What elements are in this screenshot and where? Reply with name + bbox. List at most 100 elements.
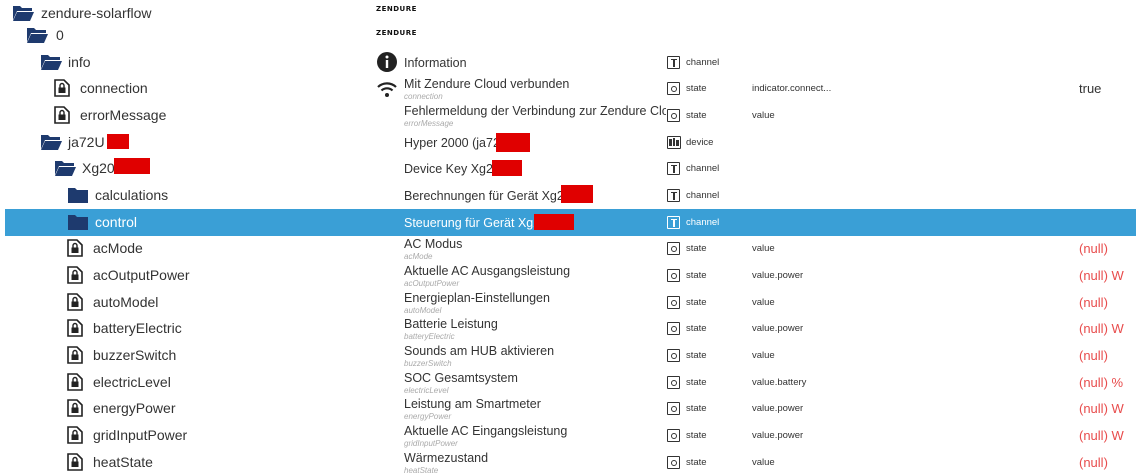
object-role: state [686, 457, 707, 468]
tree-row-autoModel[interactable]: autoModel Energieplan-Einstellungen autoM… [0, 289, 1136, 316]
file-lock-icon [67, 319, 83, 337]
object-name: Information [404, 56, 467, 70]
object-role: channel [686, 217, 720, 228]
folder-icon[interactable] [67, 213, 89, 231]
object-role: channel [686, 190, 720, 201]
object-name: Sounds am HUB aktivieren buzzerSwitch [404, 344, 555, 368]
object-role: state [686, 377, 707, 388]
object-value[interactable]: (null) [1079, 455, 1108, 470]
redaction-mark [496, 133, 530, 152]
tree-row-device-key[interactable]: Xg20 Device Key Xg20 channel [0, 155, 1136, 182]
object-name: Wärmezustand heatState [404, 451, 489, 475]
object-type: value [752, 297, 775, 308]
object-name: Leistung am Smartmeter energyPower [404, 397, 541, 421]
tree-row-heatState[interactable]: heatState Wärmezustand heatState state va… [0, 449, 1136, 476]
state-icon [667, 296, 680, 309]
channel-icon [667, 162, 680, 175]
tree-label: energyPower [93, 400, 176, 416]
folder-open-icon[interactable] [26, 26, 48, 44]
tree-label: electricLevel [93, 374, 171, 390]
tree-label: errorMessage [80, 107, 167, 123]
object-value[interactable]: (null) W [1079, 268, 1124, 283]
object-role: state [686, 403, 707, 414]
tree-label: acOutputPower [93, 267, 190, 283]
object-value[interactable]: true [1079, 81, 1101, 96]
folder-open-icon[interactable] [40, 53, 62, 71]
object-type: indicator.connect... [752, 83, 832, 94]
state-icon [667, 322, 680, 335]
object-value[interactable]: (null) [1079, 241, 1108, 256]
object-type: value [752, 243, 775, 254]
tree-label: buzzerSwitch [93, 347, 177, 363]
object-name: Mit Zendure Cloud verbunden connection [404, 77, 570, 101]
redaction-mark [561, 185, 593, 203]
file-lock-icon [67, 266, 83, 284]
object-role: state [686, 270, 707, 281]
state-icon [667, 456, 680, 469]
tree-row-electricLevel[interactable]: electricLevel SOC Gesamtsystem electricLe… [0, 369, 1136, 396]
state-icon [667, 269, 680, 282]
folder-icon[interactable] [67, 186, 89, 204]
object-type: value.power [752, 270, 804, 281]
tree-row-device[interactable]: ja72U Hyper 2000 (ja72U device [0, 129, 1136, 156]
state-icon [667, 82, 680, 95]
object-value[interactable]: (null) W [1079, 428, 1124, 443]
tree-label: acMode [93, 240, 143, 256]
file-lock-icon [67, 399, 83, 417]
redaction-mark [107, 134, 129, 149]
wifi-icon [377, 82, 397, 97]
tree-row-calculations[interactable]: calculations Berechnungen für Gerät Xg20… [0, 182, 1136, 209]
object-type: value.power [752, 403, 804, 414]
object-type: value [752, 350, 775, 361]
object-type: value.power [752, 323, 804, 334]
object-name: Hyper 2000 (ja72U [404, 136, 509, 150]
tree-row-buzzerSwitch[interactable]: buzzerSwitch Sounds am HUB aktivieren buz… [0, 342, 1136, 369]
file-lock-icon [67, 239, 83, 257]
object-role: state [686, 323, 707, 334]
object-value[interactable]: (null) [1079, 295, 1108, 310]
folder-open-icon[interactable] [40, 133, 62, 151]
state-icon [667, 429, 680, 442]
object-value[interactable]: (null) W [1079, 401, 1124, 416]
tree-row-errorMessage[interactable]: errorMessage Fehlermeldung der Verbindun… [0, 102, 1136, 129]
tree-row-info[interactable]: info Information channel [0, 49, 1136, 76]
tree-row-acOutputPower[interactable]: acOutputPower Aktuelle AC Ausgangsleistu… [0, 262, 1136, 289]
object-role: state [686, 297, 707, 308]
object-value[interactable]: (null) W [1079, 321, 1124, 336]
object-name: Fehlermeldung der Verbindung zur Zendure… [404, 104, 666, 128]
tree-row-gridInputPower[interactable]: gridInputPower Aktuelle AC Eingangsleist… [0, 422, 1136, 449]
tree-row-control[interactable]: control Steuerung für Gerät Xg20 channel [0, 209, 1136, 236]
object-role: state [686, 350, 707, 361]
object-tree: zendure-solarflow ZENDURE 0 ZENDURE info… [0, 0, 1136, 476]
file-lock-icon [67, 293, 83, 311]
file-lock-icon [54, 106, 70, 124]
object-role: channel [686, 163, 720, 174]
tree-row-acMode[interactable]: acMode AC Modus acMode state value (null) [0, 235, 1136, 262]
tree-label: zendure-solarflow [41, 5, 152, 21]
device-icon [667, 136, 681, 149]
object-value[interactable]: (null) [1079, 348, 1108, 363]
redaction-mark [114, 158, 150, 174]
tree-row-0[interactable]: 0 ZENDURE [0, 22, 1136, 49]
object-name: Device Key Xg20 [404, 162, 500, 176]
object-name: Aktuelle AC Ausgangsleistung acOutputPowe… [404, 264, 571, 288]
file-lock-icon [67, 426, 83, 444]
object-name: SOC Gesamtsystem electricLevel [404, 371, 518, 395]
file-lock-icon [54, 79, 70, 97]
object-value[interactable]: (null) % [1079, 375, 1123, 390]
tree-row-connection[interactable]: connection Mit Zendure Cloud verbunden c… [0, 75, 1136, 102]
tree-row-energyPower[interactable]: energyPower Leistung am Smartmeter energy… [0, 395, 1136, 422]
object-name: AC Modus acMode [404, 237, 463, 261]
tree-label: gridInputPower [93, 427, 188, 443]
tree-row-batteryElectric[interactable]: batteryElectric Batterie Leistung battery… [0, 315, 1136, 342]
tree-label: control [95, 214, 138, 230]
object-name: Berechnungen für Gerät Xg202 [404, 189, 578, 203]
object-name: Batterie Leistung batteryElectric [404, 317, 498, 341]
folder-open-icon[interactable] [54, 159, 76, 177]
state-icon [667, 402, 680, 415]
state-icon [667, 349, 680, 362]
tree-label: calculations [95, 187, 169, 203]
object-type: value.battery [752, 377, 807, 388]
zendure-logo: ZENDURE [376, 29, 417, 37]
folder-open-icon[interactable] [12, 4, 34, 22]
